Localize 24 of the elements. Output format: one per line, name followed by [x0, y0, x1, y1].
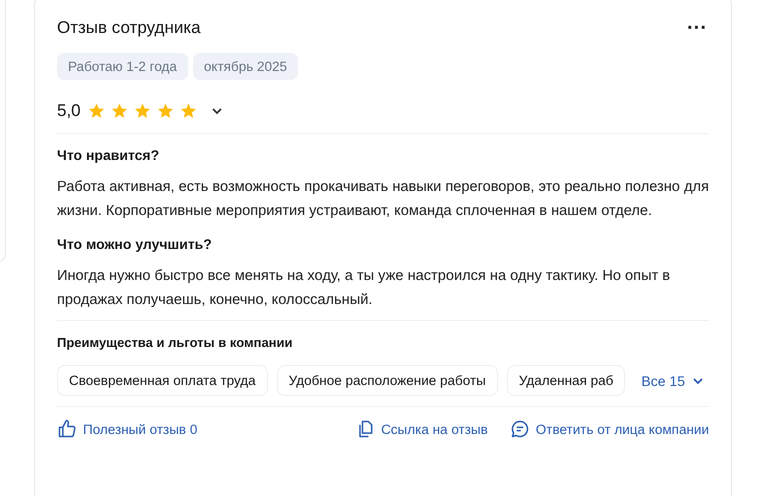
chat-bubble-icon: [510, 419, 530, 439]
tag: Работаю 1-2 года: [57, 53, 188, 80]
benefit-chip: Удаленная раб: [506, 365, 626, 396]
star-icon: [86, 102, 106, 120]
link-action-button[interactable]: Ссылка на отзыв: [355, 419, 488, 439]
star-icon: [132, 102, 152, 120]
reply-action-button[interactable]: Ответить от лица компании: [510, 419, 709, 439]
benefit-chip: Удобное расположение работы: [276, 365, 498, 396]
benefit-chip: Своевременная оплата труда: [57, 365, 268, 396]
star-icon: [156, 102, 175, 120]
more-menu-button[interactable]: ···: [685, 18, 709, 38]
like-action-button[interactable]: Полезный отзыв 0: [57, 419, 198, 439]
star-icon: [110, 102, 129, 120]
section-text: Работа активная, есть возможность прокачивать навыки переговоров, это реально полезно для жизни. Корпоративные мероприятия устраивают, команда сплоченная в нашем отделе.: [57, 178, 709, 221]
benefits-heading: Преимущества и льготы в компании: [57, 335, 294, 350]
star-icon: [178, 102, 198, 120]
section-heading: Что можно улучшить?: [57, 235, 213, 254]
show-all-button[interactable]: Все 15: [641, 372, 705, 388]
section-heading: Что нравится?: [57, 146, 160, 165]
thumbs-up-icon: [57, 419, 77, 439]
rating-value: 5,0: [57, 101, 81, 121]
section-text: Иногда нужно быстро все менять на ходу, а ты уже настроился на одну тактику. Но опыт в продажах получаешь, конечно, колоссальный.: [57, 267, 672, 310]
tag: октябрь 2025: [192, 53, 298, 80]
review-title: Отзыв сотрудника: [57, 18, 201, 38]
